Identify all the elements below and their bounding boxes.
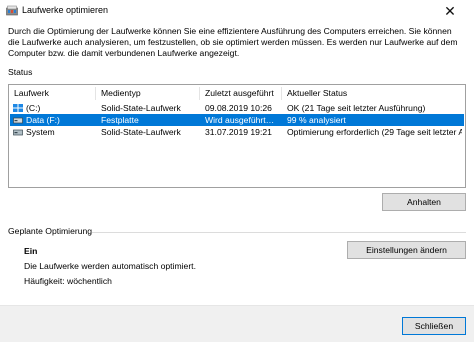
drive-current-status: OK (21 Tage seit letzter Ausführung)	[287, 103, 426, 113]
schedule-section-label: Geplante Optimierung	[8, 226, 93, 236]
drive-row[interactable]: System Solid-State-Laufwerk 31.07.2019 1…	[10, 126, 464, 138]
column-header-drive[interactable]: Laufwerk	[14, 88, 49, 99]
schedule-auto-text: Die Laufwerke werden automatisch optimie…	[24, 261, 196, 271]
close-icon: ✕	[444, 2, 456, 19]
schedule-frequency: Häufigkeit: wöchentlich	[24, 276, 112, 286]
drive-row-selected[interactable]: Data (F:) Festplatte Wird ausgeführt… 99…	[10, 114, 464, 126]
title-bar[interactable]: Laufwerke optimieren ✕	[0, 0, 474, 22]
window-title: Laufwerke optimieren	[22, 5, 109, 15]
drives-list[interactable]: Laufwerk Medientyp Zuletzt ausgeführt Ak…	[8, 84, 466, 188]
drive-name: (C:)	[26, 103, 41, 113]
hard-drive-icon	[13, 117, 23, 124]
column-divider[interactable]	[95, 87, 96, 100]
windows-drive-icon	[13, 104, 23, 112]
section-divider	[92, 232, 466, 233]
schedule-state: Ein	[24, 246, 38, 256]
drive-last-run: Wird ausgeführt…	[205, 115, 275, 125]
close-button[interactable]: Schließen	[402, 317, 466, 335]
drive-last-run: 09.08.2019 10:26	[205, 103, 272, 113]
description-text: Durch die Optimierung der Laufwerke könn…	[8, 26, 458, 58]
change-settings-button[interactable]: Einstellungen ändern	[347, 241, 466, 259]
status-section-label: Status	[8, 67, 33, 77]
column-header-status[interactable]: Aktueller Status	[287, 88, 347, 99]
stop-button[interactable]: Anhalten	[382, 193, 466, 211]
column-divider[interactable]	[199, 87, 200, 100]
drive-row[interactable]: (C:) Solid-State-Laufwerk 09.08.2019 10:…	[10, 102, 464, 114]
drive-current-status: 99 % analysiert	[287, 115, 346, 125]
drive-media-type: Solid-State-Laufwerk	[101, 103, 181, 113]
drive-name: System	[26, 127, 55, 137]
hard-drive-icon	[13, 129, 23, 136]
drive-current-status: Optimierung erforderlich (29 Tage seit l…	[287, 127, 462, 137]
defrag-app-icon	[6, 5, 18, 16]
drive-media-type: Solid-State-Laufwerk	[101, 127, 181, 137]
column-divider[interactable]	[281, 87, 282, 100]
window-close-button[interactable]: ✕	[426, 0, 474, 22]
drive-media-type: Festplatte	[101, 115, 139, 125]
drive-last-run: 31.07.2019 19:21	[205, 127, 272, 137]
column-header-media[interactable]: Medientyp	[101, 88, 141, 99]
column-header-last-run[interactable]: Zuletzt ausgeführt	[205, 88, 274, 99]
drive-name: Data (F:)	[26, 115, 60, 125]
